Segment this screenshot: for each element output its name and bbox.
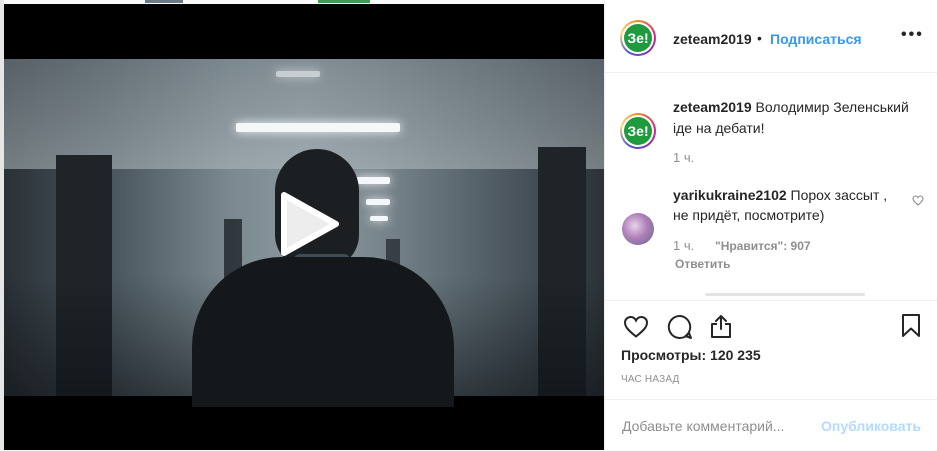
caption-avatar[interactable]: Зе! xyxy=(620,113,656,149)
post-timestamp[interactable]: ЧАС НАЗАД xyxy=(621,374,680,385)
more-icon[interactable]: ••• xyxy=(901,26,924,44)
username-link[interactable]: zeteam2019 xyxy=(673,31,752,47)
comment-likes[interactable]: "Нравится": 907 xyxy=(715,239,811,253)
post-header: Зе! zeteam2019 • Подписаться ••• xyxy=(605,0,937,73)
avatar[interactable]: Зе! xyxy=(620,20,656,56)
caption-username[interactable]: zeteam2019 xyxy=(673,99,752,115)
caption: zeteam2019 Володимир Зеленський іде на д… xyxy=(673,97,929,139)
avatar-logo: Зе! xyxy=(624,117,652,145)
share-icon[interactable] xyxy=(709,313,733,344)
follow-button[interactable]: Подписаться xyxy=(770,31,862,47)
heart-icon[interactable] xyxy=(623,315,649,344)
comment-username[interactable]: yarikukraine2102 xyxy=(673,187,787,203)
instagram-post-view: Зе! zeteam2019 • Подписаться ••• Зе! zet… xyxy=(0,0,937,450)
caption-timestamp[interactable]: 1 ч. xyxy=(673,150,694,165)
comment-icon[interactable] xyxy=(667,314,693,345)
ceiling-light xyxy=(236,123,400,132)
comment-like-icon[interactable] xyxy=(912,193,924,211)
ceiling-light xyxy=(276,71,320,77)
comment-timestamp[interactable]: 1 ч. xyxy=(673,238,694,253)
bookmark-icon[interactable] xyxy=(901,313,921,343)
avatar-logo: Зе! xyxy=(624,24,652,52)
separator-dot: • xyxy=(757,30,762,46)
action-bar xyxy=(605,300,937,339)
reply-button[interactable]: Ответить xyxy=(675,257,730,271)
view-count[interactable]: Просмотры: 120 235 xyxy=(621,347,761,363)
commenter-avatar[interactable] xyxy=(622,213,654,245)
publish-button[interactable]: Опубликовать xyxy=(821,418,921,434)
comment-composer: Добавьте комментарий... Опубликовать xyxy=(605,399,937,451)
man-in-suit xyxy=(192,149,454,407)
comment-input[interactable]: Добавьте комментарий... xyxy=(622,418,784,434)
post-side-panel: Зе! zeteam2019 • Подписаться ••• Зе! zet… xyxy=(604,0,937,450)
comment: yarikukraine2102 Порох зассыт , не придё… xyxy=(673,185,901,225)
background-thumbnail xyxy=(145,0,183,3)
play-icon[interactable] xyxy=(274,191,340,257)
video-player[interactable] xyxy=(4,4,604,450)
next-comment-partial xyxy=(705,293,865,296)
background-thumbnail xyxy=(318,0,370,3)
man-shoulders xyxy=(192,257,454,407)
